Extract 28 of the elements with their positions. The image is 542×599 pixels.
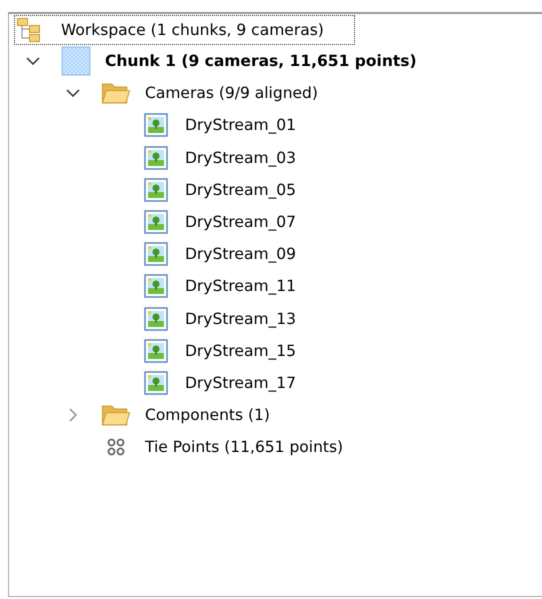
tree-item[interactable]: DryStream_07 <box>185 213 296 232</box>
tree-item[interactable]: DryStream_01 <box>185 116 296 134</box>
tree-item[interactable]: Components (1) <box>145 406 270 424</box>
tree-item[interactable]: Workspace (1 chunks, 9 cameras) <box>14 15 355 45</box>
tree-item[interactable]: DryStream_13 <box>185 310 296 328</box>
tie-points-icon <box>107 438 125 456</box>
tree-item[interactable]: DryStream_09 <box>185 245 296 264</box>
collapse-chevron-icon[interactable] <box>66 88 80 98</box>
tree-item[interactable]: DryStream_05 <box>185 180 296 199</box>
tree-item[interactable]: Tie Points (11,651 points) <box>145 438 344 456</box>
tree-item[interactable]: DryStream_03 <box>185 148 296 167</box>
image-icon <box>144 178 168 202</box>
image-icon <box>144 306 168 331</box>
image-icon <box>144 146 168 170</box>
tree-item[interactable]: DryStream_15 <box>185 342 296 360</box>
chunk-icon <box>61 46 91 76</box>
tree-item[interactable]: DryStream_17 <box>185 374 296 392</box>
tree-item[interactable]: Chunk 1 (9 cameras, 11,651 points) <box>105 52 417 70</box>
collapse-chevron-icon[interactable] <box>26 56 40 66</box>
image-icon <box>144 274 168 298</box>
expand-chevron-icon[interactable] <box>68 408 78 422</box>
image-icon <box>144 242 168 266</box>
image-icon <box>144 370 168 395</box>
image-icon <box>144 113 168 138</box>
tree-item[interactable]: Cameras (9/9 aligned) <box>145 84 318 102</box>
tree-item[interactable]: DryStream_11 <box>185 277 296 296</box>
image-icon <box>144 338 168 363</box>
image-icon <box>144 210 168 234</box>
